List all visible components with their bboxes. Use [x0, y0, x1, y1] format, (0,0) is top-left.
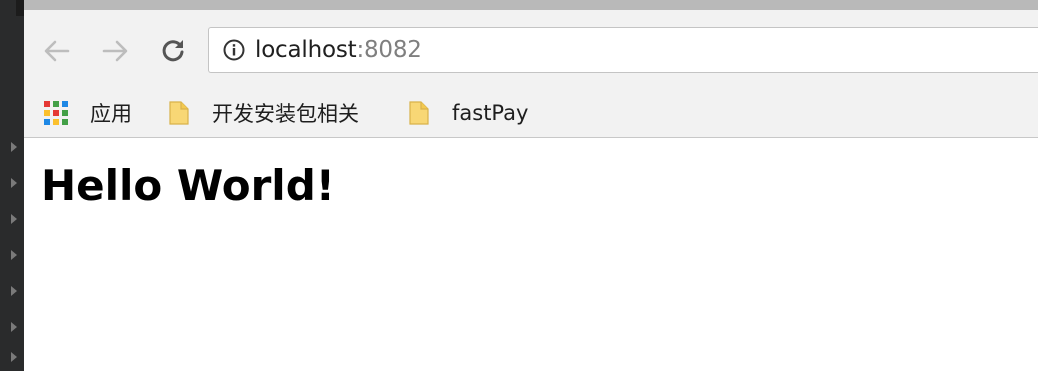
gutter-arrow-icon — [11, 352, 17, 362]
gutter-arrow-icon — [11, 214, 17, 224]
gutter-arrow-icon — [11, 250, 17, 260]
bookmark-apps[interactable]: 应用 — [44, 98, 132, 128]
bookmarks-bar: 应用 开发安装包相关 fastPay — [24, 90, 1038, 138]
bookmark-folder-dev-packages[interactable]: 开发安装包相关 — [168, 98, 359, 128]
browser-window: localhost:8082 应用 开发安装包相关 fastPay Hello … — [24, 0, 1038, 371]
browser-toolbar: localhost:8082 — [24, 10, 1038, 90]
apps-grid-icon — [44, 101, 68, 125]
gutter-arrow-icon — [11, 322, 17, 332]
gutter-arrow-icon — [11, 178, 17, 188]
gutter-arrow-icon — [11, 286, 17, 296]
bookmark-label: fastPay — [452, 101, 529, 125]
tab-strip — [24, 0, 1038, 10]
page-heading: Hello World! — [41, 161, 335, 210]
arrow-left-icon — [44, 40, 70, 62]
url-host: localhost — [255, 37, 357, 63]
folder-icon — [409, 101, 429, 125]
back-button[interactable] — [42, 36, 72, 66]
editor-side-strip — [0, 0, 24, 371]
address-bar[interactable]: localhost:8082 — [208, 27, 1038, 73]
url-port: :8082 — [356, 37, 422, 63]
bookmark-folder-fastpay[interactable]: fastPay — [408, 98, 528, 128]
bookmark-label: 应用 — [90, 102, 132, 126]
reload-icon — [162, 40, 184, 62]
url-text[interactable]: localhost:8082 — [255, 37, 422, 63]
arrow-right-icon — [102, 40, 128, 62]
screen: localhost:8082 应用 开发安装包相关 fastPay Hello … — [0, 0, 1038, 371]
page-content: Hello World! — [24, 138, 1038, 371]
folder-icon — [169, 101, 189, 125]
bookmark-label: 开发安装包相关 — [212, 102, 359, 126]
gutter-arrow-icon — [11, 142, 17, 152]
reload-button[interactable] — [158, 36, 188, 66]
info-icon[interactable] — [223, 39, 245, 61]
forward-button[interactable] — [100, 36, 130, 66]
